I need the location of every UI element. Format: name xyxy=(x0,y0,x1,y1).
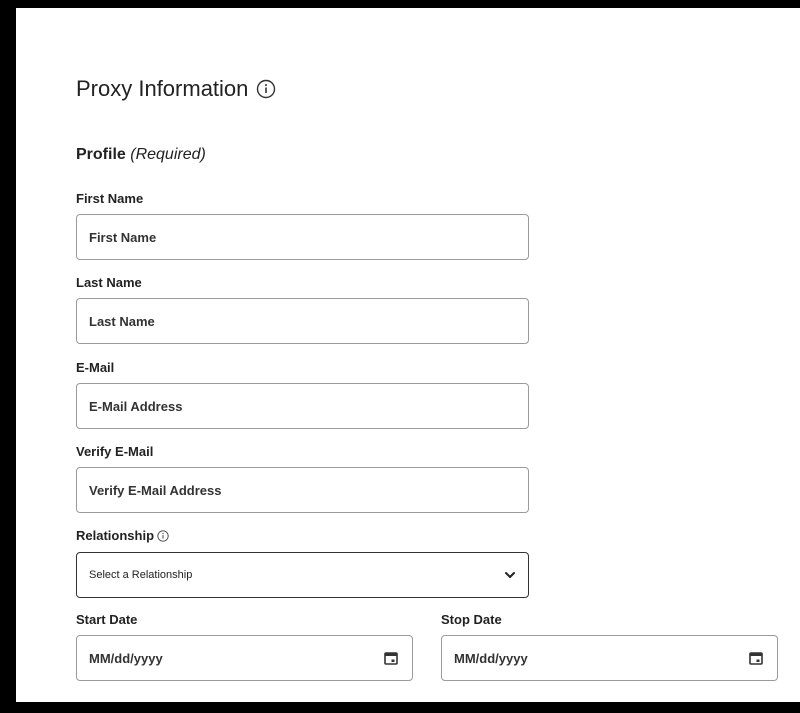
chevron-down-icon xyxy=(504,569,516,581)
stop-date-label: Stop Date xyxy=(441,612,502,627)
verify-email-placeholder: Verify E-Mail Address xyxy=(89,482,222,498)
email-label: E-Mail xyxy=(76,360,115,375)
relationship-selected-value: Select a Relationship xyxy=(89,569,193,581)
last-name-field[interactable]: Last Name xyxy=(76,298,529,344)
profile-title-text: Profile xyxy=(76,146,126,163)
relationship-label-text: Relationship xyxy=(76,528,155,543)
stop-date-placeholder: MM/dd/yyyy xyxy=(454,650,528,666)
first-name-field[interactable]: First Name xyxy=(76,214,529,260)
verify-email-label: Verify E-Mail xyxy=(76,444,154,459)
start-date-label: Start Date xyxy=(76,612,138,627)
calendar-icon[interactable] xyxy=(749,651,763,665)
last-name-label: Last Name xyxy=(76,275,142,290)
info-icon[interactable] xyxy=(256,79,276,99)
relationship-select[interactable]: Select a Relationship xyxy=(76,552,529,598)
profile-section-title: Profile (Required) xyxy=(76,146,206,164)
first-name-label: First Name xyxy=(76,191,144,206)
info-icon[interactable] xyxy=(157,529,169,542)
proxy-form-frame: Proxy Information Profile (Required) Fir… xyxy=(16,8,800,702)
first-name-placeholder: First Name xyxy=(89,229,157,245)
page-title: Proxy Information xyxy=(76,76,276,102)
email-placeholder: E-Mail Address xyxy=(89,398,183,414)
required-note: (Required) xyxy=(130,146,206,163)
start-date-field[interactable]: MM/dd/yyyy xyxy=(76,635,413,681)
email-field[interactable]: E-Mail Address xyxy=(76,383,529,429)
page-title-text: Proxy Information xyxy=(76,76,249,101)
relationship-label: Relationship xyxy=(76,528,169,543)
calendar-icon[interactable] xyxy=(384,651,398,665)
last-name-placeholder: Last Name xyxy=(89,313,155,329)
start-date-placeholder: MM/dd/yyyy xyxy=(89,650,163,666)
verify-email-field[interactable]: Verify E-Mail Address xyxy=(76,467,529,513)
stop-date-field[interactable]: MM/dd/yyyy xyxy=(441,635,778,681)
